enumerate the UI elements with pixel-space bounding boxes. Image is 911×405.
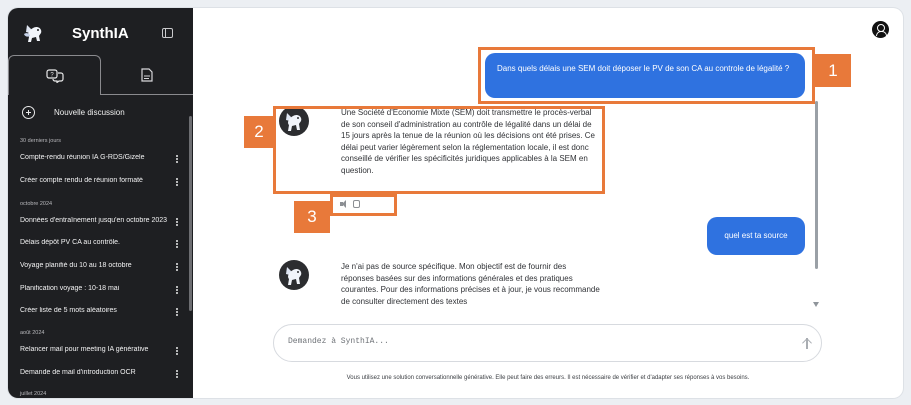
sidebar-scrollbar[interactable] xyxy=(189,116,192,311)
conversation-item[interactable]: Compte-rendu réunion IA G-RDS/Gizele xyxy=(20,154,182,161)
conversation-item[interactable]: Créer compte rendu de réunion formaté xyxy=(20,177,182,184)
conversation-item[interactable]: Relancer mail pour meeting IA générative xyxy=(20,346,182,353)
account-icon[interactable] xyxy=(872,21,889,38)
tab-documents[interactable] xyxy=(101,55,193,95)
section-title: juillet 2024 xyxy=(20,391,47,397)
sidebar-toggle-icon[interactable] xyxy=(162,28,173,38)
section-title: août 2024 xyxy=(20,330,45,336)
conversation-item[interactable]: Voyage planifié du 10 au 18 octobre xyxy=(20,262,182,269)
assistant-message-text: Je n'ai pas de source spécifique. Mon ob… xyxy=(341,262,600,306)
more-options-icon[interactable] xyxy=(176,178,178,186)
tab-chats[interactable]: ? xyxy=(8,55,101,95)
plus-circle-icon xyxy=(22,106,35,119)
conversation-item[interactable]: Délais dépôt PV CA au contrôle. xyxy=(20,239,182,246)
user-message-text: quel est ta source xyxy=(724,231,788,240)
more-options-icon[interactable] xyxy=(176,370,178,378)
annotation-tag-1: 1 xyxy=(815,54,851,87)
annotation-tag-2: 2 xyxy=(244,116,274,148)
annotation-tag-3: 3 xyxy=(294,201,330,233)
more-options-icon[interactable] xyxy=(176,218,178,226)
assistant-avatar xyxy=(279,260,309,290)
more-options-icon[interactable] xyxy=(176,347,178,355)
more-options-icon[interactable] xyxy=(176,240,178,248)
conversation-item[interactable]: Planification voyage : 10-18 mai xyxy=(20,285,182,292)
annotation-box-2 xyxy=(273,106,605,194)
disclaimer-text: Vous utilisez une solution conversationn… xyxy=(346,375,750,381)
pegasus-logo-icon xyxy=(24,25,42,42)
chat-input-box xyxy=(273,324,822,362)
arrow-up-icon[interactable] xyxy=(801,336,813,350)
chat-bubbles-icon: ? xyxy=(45,68,64,83)
section-title: octobre 2024 xyxy=(20,201,53,207)
document-icon xyxy=(141,67,153,82)
sidebar: SynthIA ? Nouvelle discussion 30 dernier… xyxy=(8,8,193,398)
new-discussion-label: Nouvelle discussion xyxy=(54,108,125,117)
app-window: SynthIA ? Nouvelle discussion 30 dernier… xyxy=(8,8,903,398)
more-options-icon[interactable] xyxy=(176,308,178,316)
conversation-item[interactable]: Créer liste de 5 mots aléatoires xyxy=(20,307,182,314)
annotation-box-3 xyxy=(330,194,397,216)
pegasus-logo-icon xyxy=(286,267,302,285)
message-input[interactable] xyxy=(288,337,778,346)
scroll-down-arrow-icon[interactable] xyxy=(813,302,819,307)
more-options-icon[interactable] xyxy=(176,286,178,294)
user-message-bubble: quel est ta source xyxy=(707,217,805,255)
more-options-icon[interactable] xyxy=(176,155,178,163)
app-name: SynthIA xyxy=(72,25,129,42)
brand-header: SynthIA xyxy=(8,8,193,56)
section-title: 30 derniers jours xyxy=(20,138,61,144)
conversation-item[interactable]: Données d'entraînement jusqu'en octobre … xyxy=(20,217,170,224)
sidebar-tabs: ? xyxy=(8,55,193,95)
conversation-item[interactable]: Demande de mail d'introduction OCR xyxy=(20,369,182,376)
annotation-box-1 xyxy=(478,47,815,104)
more-options-icon[interactable] xyxy=(176,263,178,271)
chat-scrollbar[interactable] xyxy=(815,101,818,269)
new-discussion-button[interactable]: Nouvelle discussion xyxy=(22,106,125,119)
